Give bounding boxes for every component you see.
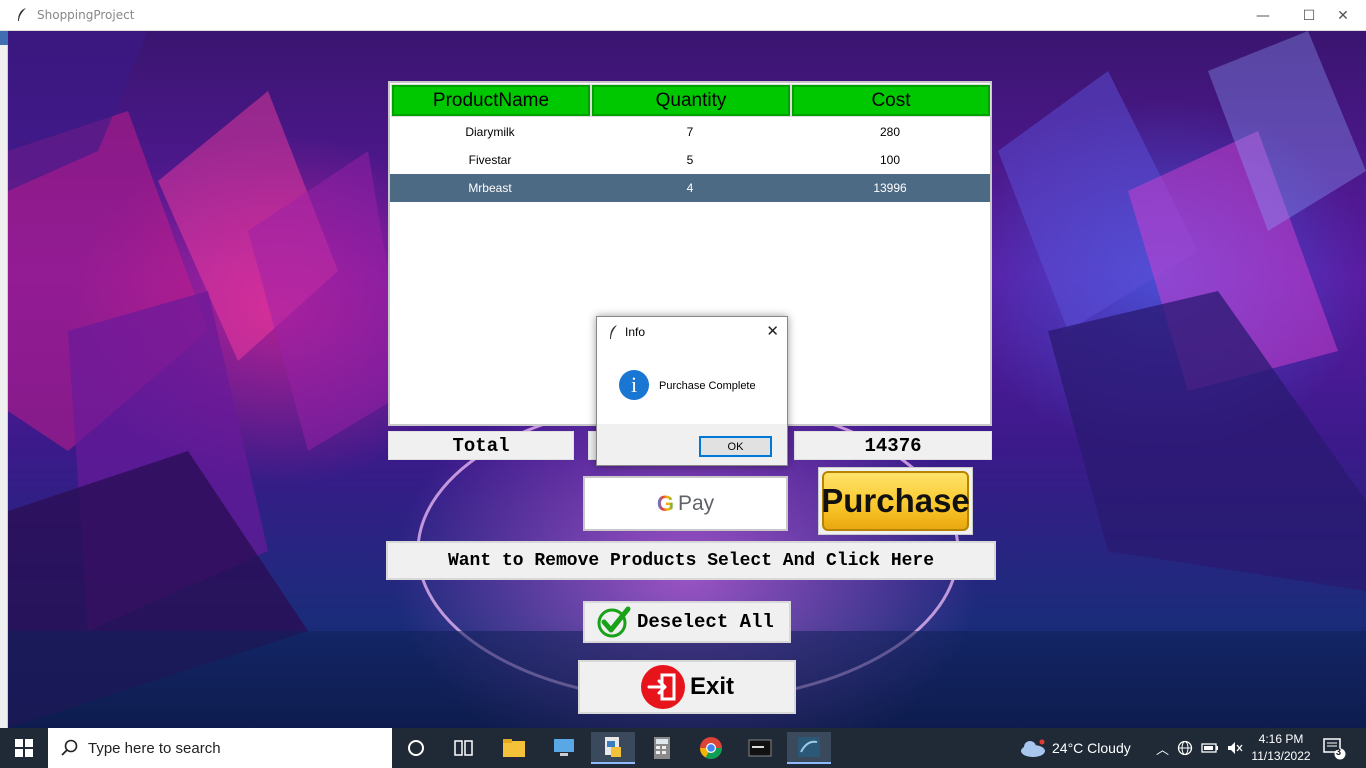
chrome-icon[interactable] — [689, 732, 733, 764]
battery-icon[interactable] — [1201, 742, 1219, 754]
cell-quantity: 7 — [686, 125, 694, 139]
notification-count: 3 — [1336, 747, 1342, 757]
search-icon — [61, 739, 78, 756]
purchase-button[interactable]: Purchase — [818, 467, 973, 535]
taskbar: Type here to search 24°C Cloudy ︿ 4:16 P… — [0, 728, 1366, 768]
column-header-cost[interactable]: Cost — [791, 84, 991, 117]
cell-cost: 280 — [879, 125, 901, 139]
taskbar-clock[interactable]: 4:16 PM 11/13/2022 — [1250, 731, 1312, 765]
exit-label: Exit — [689, 673, 734, 700]
cell-productname: Fivestar — [468, 153, 512, 167]
system-tray[interactable]: ︿ — [1156, 728, 1243, 768]
notification-center-button[interactable]: 3 — [1322, 736, 1346, 760]
speaker-muted-icon[interactable] — [1227, 741, 1243, 755]
table-row[interactable]: Fivestar 5 100 — [390, 146, 990, 174]
calculator-icon[interactable] — [640, 732, 684, 764]
info-icon: i — [619, 370, 649, 400]
database-app-icon[interactable] — [787, 732, 831, 764]
notification-icon — [1323, 738, 1346, 760]
globe-icon[interactable] — [1177, 740, 1193, 756]
table-row-selected[interactable]: Mrbeast 4 13996 — [390, 174, 990, 202]
google-g-icon: G — [656, 490, 674, 516]
cell-productname: Mrbeast — [468, 181, 512, 195]
dialog-title: Info — [625, 325, 646, 339]
weather-widget[interactable]: 24°C Cloudy — [1020, 728, 1131, 768]
cell-cost: 100 — [879, 153, 901, 167]
cell-cost: 13996 — [873, 181, 907, 195]
pc-app-icon[interactable] — [542, 732, 586, 764]
file-explorer-icon[interactable] — [492, 732, 536, 764]
dialog-message: Purchase Complete — [659, 380, 756, 392]
python-app-icon[interactable] — [591, 732, 635, 764]
exit-button[interactable]: Exit — [578, 660, 796, 714]
purchase-label: Purchase — [821, 471, 970, 531]
taskbar-search[interactable]: Type here to search — [48, 728, 392, 768]
feather-icon — [610, 325, 617, 339]
task-view-icon[interactable] — [442, 732, 486, 764]
chevron-up-icon[interactable]: ︿ — [1156, 739, 1169, 758]
table-header: ProductName Quantity Cost — [390, 83, 991, 118]
terminal-app-icon[interactable] — [738, 732, 782, 764]
deselect-all-button[interactable]: Deselect All — [583, 601, 791, 643]
info-dialog: Info ✕ i Purchase Complete OK — [596, 316, 788, 466]
column-header-quantity[interactable]: Quantity — [591, 84, 791, 117]
cloud-icon — [1021, 739, 1045, 757]
start-button[interactable] — [0, 728, 48, 768]
ok-button[interactable]: OK — [699, 436, 772, 457]
close-button[interactable]: ✕ — [1320, 0, 1366, 31]
cortana-icon[interactable] — [394, 732, 438, 764]
gpay-label: Pay — [677, 491, 715, 515]
edge-marker — [0, 31, 8, 45]
cell-quantity: 5 — [686, 153, 694, 167]
cell-quantity: 4 — [686, 181, 694, 195]
checkmark-icon — [597, 606, 631, 638]
gpay-button[interactable]: G Pay — [583, 476, 788, 531]
deselect-all-label: Deselect All — [637, 611, 774, 633]
left-window-edge — [0, 31, 8, 728]
clock-date: 11/13/2022 — [1251, 749, 1311, 763]
remove-products-button[interactable]: Want to Remove Products Select And Click… — [386, 541, 996, 580]
dialog-close-icon[interactable]: ✕ — [766, 322, 779, 340]
clock-time: 4:16 PM — [1258, 732, 1304, 746]
table-row[interactable]: Diarymilk 7 280 — [390, 118, 990, 146]
column-header-productname[interactable]: ProductName — [391, 84, 591, 117]
window-titlebar: ShoppingProject — ☐ ✕ — [0, 0, 1366, 31]
exit-door-icon — [640, 665, 685, 709]
minimize-button[interactable]: — — [1240, 0, 1286, 31]
search-placeholder: Type here to search — [88, 739, 221, 757]
feather-icon — [18, 8, 26, 21]
cell-productname: Diarymilk — [465, 125, 515, 139]
weather-text: 24°C Cloudy — [1052, 740, 1131, 756]
total-value: 14376 — [794, 431, 992, 460]
windows-icon — [15, 739, 33, 757]
total-label: Total — [388, 431, 574, 460]
window-title: ShoppingProject — [37, 8, 135, 22]
